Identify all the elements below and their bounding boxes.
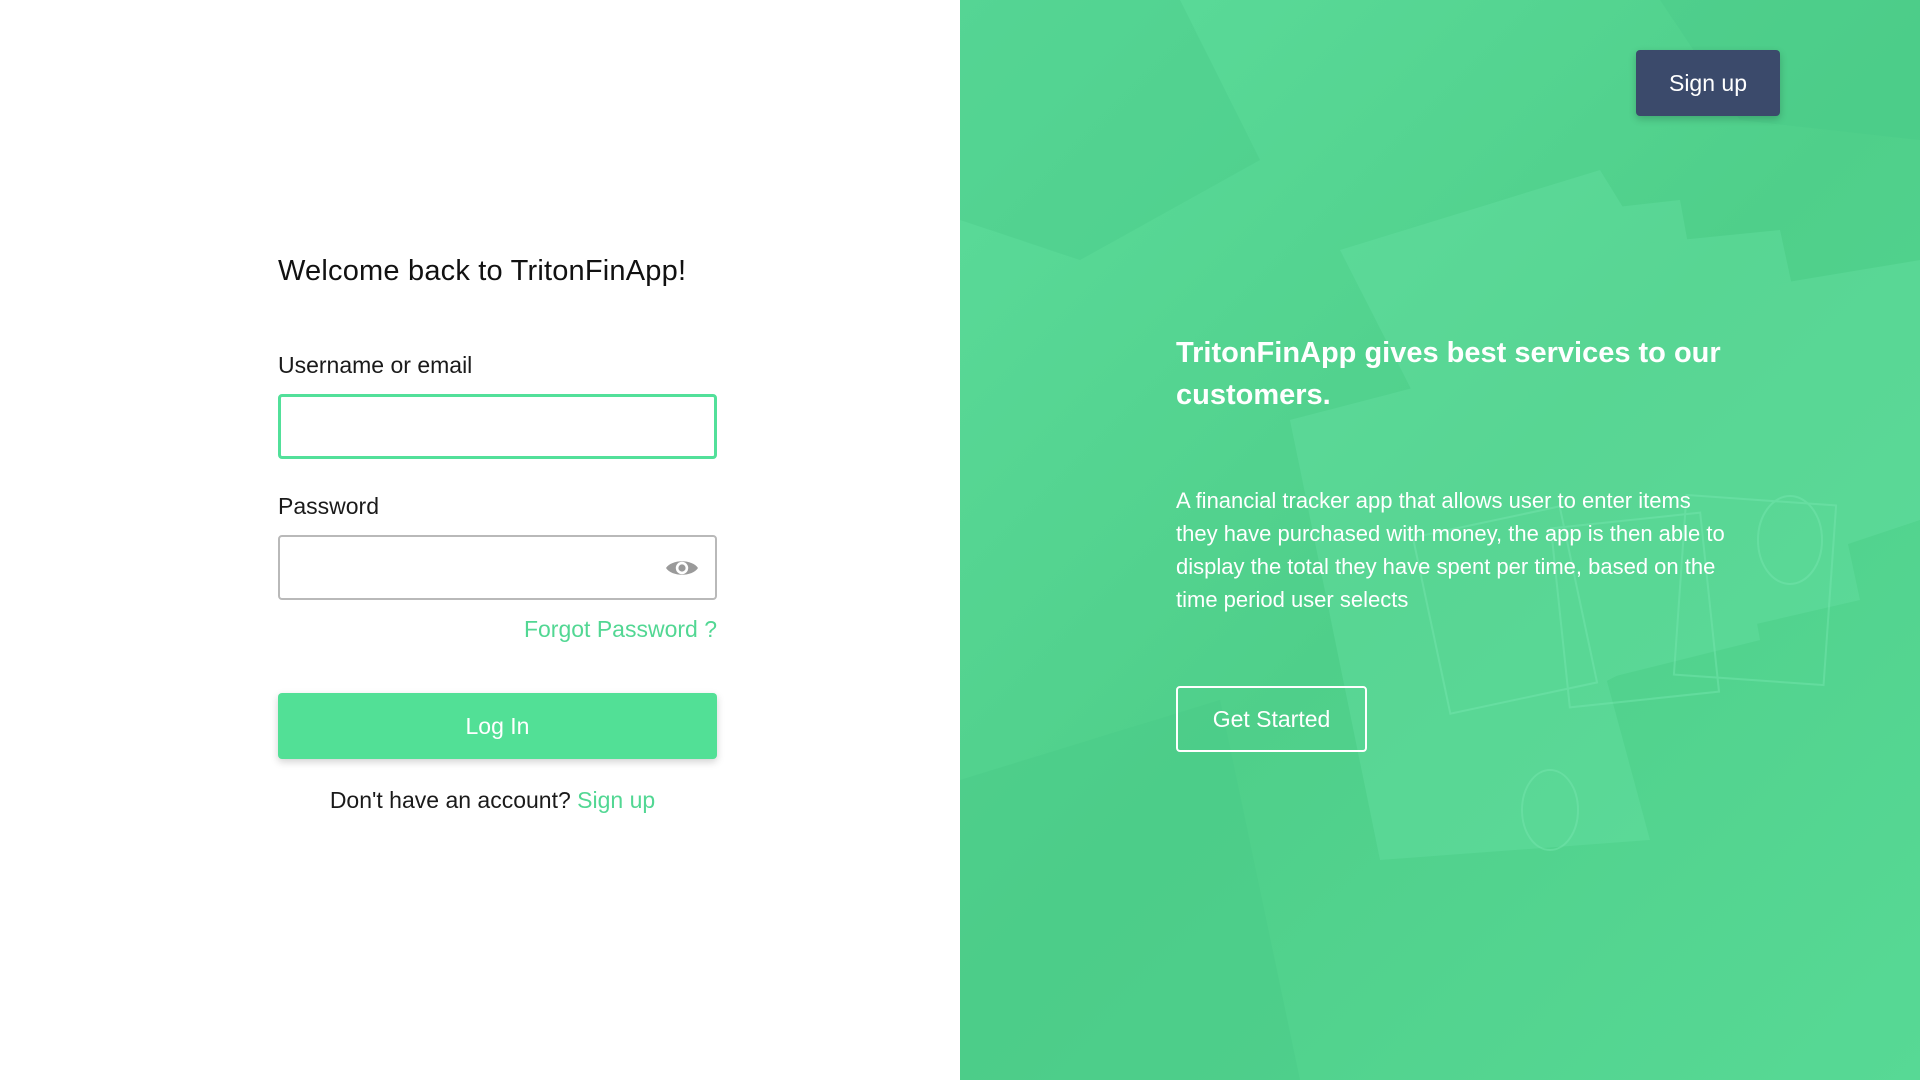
signup-prompt: Don't have an account? Sign up [278,787,717,814]
form-title: Welcome back to TritonFinApp! [278,255,687,287]
forgot-password-row: Forgot Password ? [278,616,717,643]
hero-panel: Sign up TritonFinApp gives best services… [960,0,1920,1080]
login-button[interactable]: Log In [278,693,717,759]
username-input[interactable] [281,397,714,456]
promo-block: TritonFinApp gives best services to our … [1176,332,1736,752]
eye-icon[interactable] [663,554,701,582]
password-field-wrapper [278,535,717,600]
get-started-button[interactable]: Get Started [1176,686,1367,752]
promo-headline: TritonFinApp gives best services to our … [1176,337,1721,411]
no-account-text: Don't have an account? [329,787,571,813]
promo-description: A financial tracker app that allows user… [1176,488,1725,612]
signup-button[interactable]: Sign up [1636,50,1780,116]
signup-link[interactable]: Sign up [577,787,655,813]
login-panel: Welcome back to TritonFinApp! Username o… [0,0,960,1080]
password-label: Password [278,493,379,519]
forgot-password-link[interactable]: Forgot Password ? [524,616,717,642]
login-form: Welcome back to TritonFinApp! Username o… [278,248,717,814]
username-field-wrapper [278,394,717,459]
login-page: Welcome back to TritonFinApp! Username o… [0,0,1920,1080]
password-input[interactable] [280,537,715,598]
username-label: Username or email [278,352,473,378]
